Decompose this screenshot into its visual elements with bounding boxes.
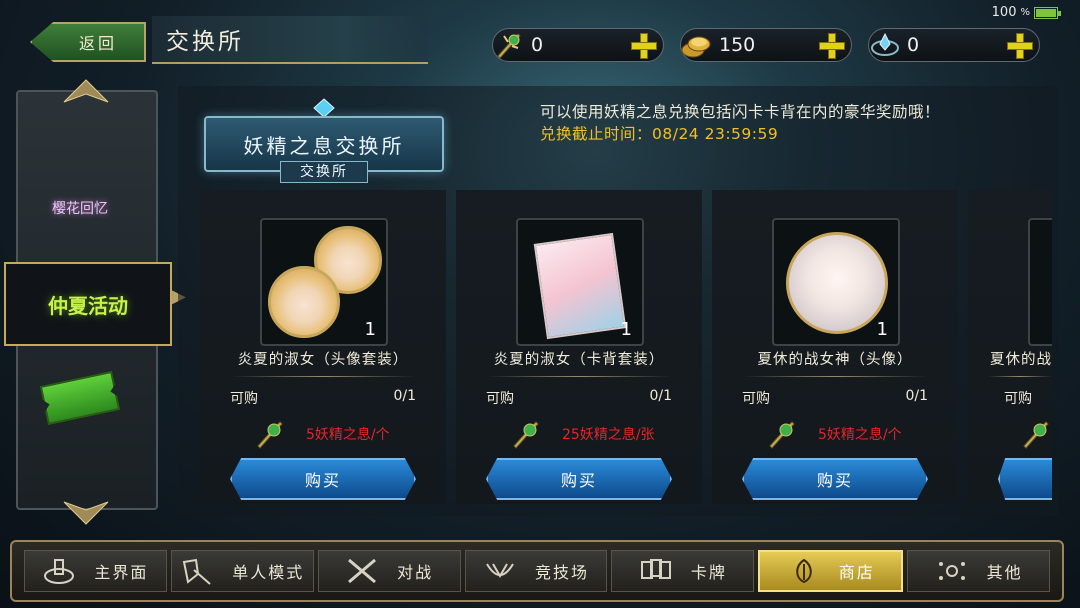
item-thumbnail[interactable]: 1 xyxy=(772,218,900,346)
buy-button[interactable]: 购买 xyxy=(230,458,416,500)
available-count: 0/1 xyxy=(393,388,416,404)
item-thumbnail[interactable] xyxy=(1028,218,1052,346)
sidebar-item-summer-event[interactable]: 仲夏活动 xyxy=(4,262,172,346)
sidebar-item-ticket[interactable] xyxy=(18,362,142,434)
available-label: 可购 xyxy=(486,391,514,407)
divider xyxy=(230,376,416,377)
battery-icon xyxy=(1034,6,1061,19)
bottom-navigation: 主界面 单人模式 对战 竞技场 卡牌 商店 其他 xyxy=(10,540,1064,602)
battery-indicator: 100 % xyxy=(991,5,1061,20)
available-label: 可购 xyxy=(230,391,258,407)
available-label: 可购 xyxy=(742,391,770,407)
buy-button[interactable]: 购买 xyxy=(742,458,928,500)
nav-home-label: 主界面 xyxy=(94,563,149,582)
available-count: 0/1 xyxy=(905,388,928,404)
item-cost: 5妖精之息/个 xyxy=(306,427,390,443)
nav-cards-label: 卡牌 xyxy=(690,563,727,582)
avatar-portrait-icon xyxy=(786,232,888,334)
add-crystal-button[interactable] xyxy=(1005,31,1033,59)
currency-fairy-breath: 0 xyxy=(492,28,664,62)
exchange-banner-subtitle: 交换所 xyxy=(280,161,368,183)
buy-button[interactable]: 购买 xyxy=(486,458,672,500)
item-name: 炎夏的淑女（卡背套装） xyxy=(493,352,665,368)
nav-shop-label: 商店 xyxy=(838,563,875,582)
exchange-notice: 可以使用妖精之息兑换包括闪卡卡背在内的豪华奖励哦！ xyxy=(540,103,941,121)
exchange-banner-title: 妖精之息交换所 xyxy=(243,133,405,158)
item-name: 夏休的战 xyxy=(990,352,1052,368)
card-back-image xyxy=(533,232,627,340)
ticket-icon xyxy=(40,371,121,426)
nav-arena-label: 竞技场 xyxy=(535,563,590,582)
crossed-swords-icon xyxy=(348,558,377,584)
fairy-breath-icon xyxy=(769,421,795,449)
item-quantity: 1 xyxy=(876,319,888,340)
nav-arena[interactable]: 竞技场 xyxy=(464,550,608,592)
single-mode-icon xyxy=(183,558,211,585)
sidebar-scroll-down-icon[interactable] xyxy=(60,500,112,526)
page-title-text: 交换所 xyxy=(166,29,244,55)
item-thumbnail[interactable]: 1 xyxy=(260,218,388,346)
crystal-value: 0 xyxy=(907,34,920,56)
sidebar-item-sakura-memory[interactable]: 樱花回忆 xyxy=(18,172,142,244)
buy-button-label: 购买 xyxy=(304,471,341,490)
item-cost: 25妖精之息/张 xyxy=(562,427,655,443)
page-title: 交换所 xyxy=(152,16,428,64)
sidebar-scroll-up-icon[interactable] xyxy=(60,78,112,104)
item-name: 炎夏的淑女（头像套装） xyxy=(237,352,409,368)
back-button-label: 返回 xyxy=(78,34,117,53)
fairy-breath-value: 0 xyxy=(531,34,544,56)
nav-other[interactable]: 其他 xyxy=(907,550,1051,592)
buy-button-label: 购买 xyxy=(816,471,853,490)
buy-button-label: 购买 xyxy=(560,471,597,490)
nav-battle[interactable]: 对战 xyxy=(317,550,461,592)
banner-gem-icon xyxy=(313,98,335,118)
nav-single-mode-label: 单人模式 xyxy=(232,563,305,582)
cards-icon xyxy=(640,559,671,579)
fairy-breath-icon xyxy=(1023,421,1049,449)
arena-icon xyxy=(486,563,514,578)
currency-gold: 150 xyxy=(680,28,852,62)
summer-event-label: 仲夏活动 xyxy=(48,293,128,318)
battery-percent: 100 xyxy=(991,5,1017,20)
item-quantity: 1 xyxy=(620,319,632,340)
item-cost: 5妖精之息/个 xyxy=(818,427,902,443)
nav-battle-label: 对战 xyxy=(397,563,434,582)
shop-item-card: 1 夏休的战女神（头像） 可购 0/1 5妖精之息/个 购买 xyxy=(712,190,958,504)
gold-value: 150 xyxy=(719,34,756,56)
divider xyxy=(988,376,1052,377)
crystal-orb-icon xyxy=(865,25,905,65)
fairy-breath-icon xyxy=(257,421,283,449)
shop-item-card: 1 炎夏的淑女（头像套装） 可购 0/1 5妖精之息/个 购买 xyxy=(200,190,446,504)
fairy-breath-icon xyxy=(489,25,529,65)
home-icon xyxy=(44,559,75,584)
shop-item-card-partial: 夏休的战 可购 xyxy=(968,190,1052,504)
add-gold-button[interactable] xyxy=(817,31,845,59)
divider xyxy=(486,376,672,377)
nav-cards[interactable]: 卡牌 xyxy=(611,550,755,592)
back-button[interactable]: 返回 xyxy=(30,22,146,62)
fairy-breath-icon xyxy=(513,421,539,449)
sakura-logo-icon: 樱花回忆 xyxy=(52,201,108,217)
available-count: 0/1 xyxy=(649,388,672,404)
nav-other-label: 其他 xyxy=(986,563,1023,582)
shop-icon xyxy=(795,558,812,584)
other-icon xyxy=(938,562,965,580)
item-thumbnail[interactable]: 1 xyxy=(516,218,644,346)
available-label: 可购 xyxy=(1004,391,1032,407)
gold-coin-icon xyxy=(677,25,717,65)
buy-button[interactable] xyxy=(998,458,1052,500)
shop-item-card: 1 炎夏的淑女（卡背套装） 可购 0/1 25妖精之息/张 购买 xyxy=(456,190,702,504)
battery-unit: % xyxy=(1020,7,1030,18)
nav-home[interactable]: 主界面 xyxy=(24,550,167,592)
avatar-portrait-icon xyxy=(268,266,340,338)
divider xyxy=(742,376,928,377)
item-quantity: 1 xyxy=(364,319,376,340)
nav-shop[interactable]: 商店 xyxy=(758,550,904,592)
exchange-deadline: 兑换截止时间：08/24 23:59:59 xyxy=(540,125,779,143)
add-fairy-breath-button[interactable] xyxy=(629,31,657,59)
item-name: 夏休的战女神（头像） xyxy=(757,352,913,368)
nav-single-mode[interactable]: 单人模式 xyxy=(170,550,314,592)
currency-crystal: 0 xyxy=(868,28,1040,62)
